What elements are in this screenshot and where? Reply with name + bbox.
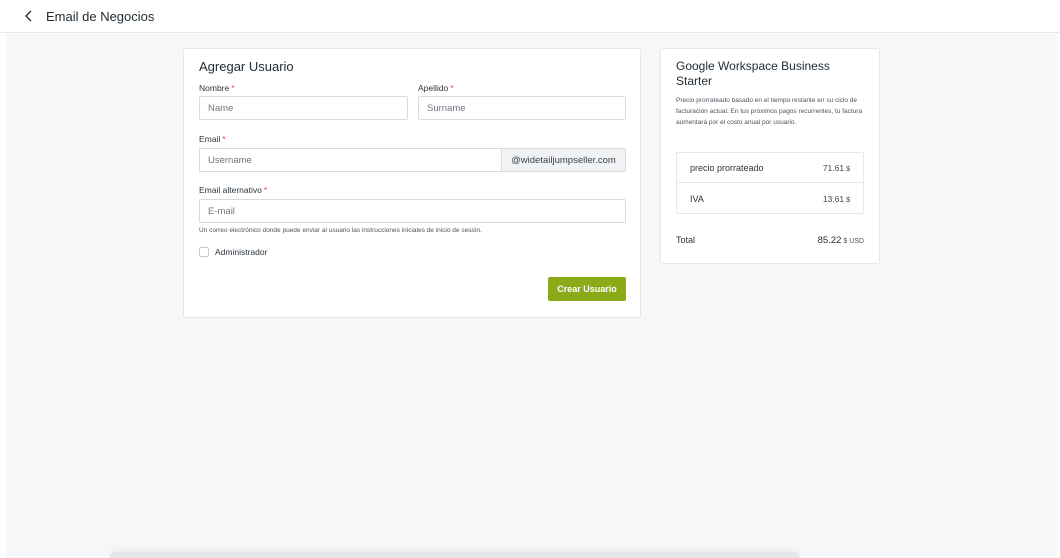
price-row-label: IVA	[690, 194, 704, 204]
alt-email-label: Email alternativo *	[199, 185, 268, 195]
plan-title: Google Workspace Business Starter	[676, 59, 830, 88]
admin-checkbox-row[interactable]: Administrador	[199, 247, 267, 257]
last-name-input[interactable]	[418, 96, 626, 120]
required-marker: *	[450, 83, 454, 93]
first-name-label: Nombre *	[199, 83, 235, 93]
add-user-card: Agregar Usuario Nombre* Apellido* Email*…	[183, 48, 641, 318]
price-row-value: 13.61 $	[822, 194, 850, 204]
last-name-label: Apellido *	[418, 83, 454, 93]
back-button[interactable]: Email de Negocios	[22, 6, 154, 26]
email-domain-addon: @widetailjumpseller.com	[502, 148, 626, 172]
price-row-label: precio prorrateado	[690, 162, 764, 173]
form-title: Agregar Usuario	[199, 59, 294, 74]
total-currency: $ USD	[843, 238, 864, 245]
price-table: precio prorrateado 71.61 $ IVA 13.61 $	[676, 152, 864, 214]
required-marker: *	[263, 185, 268, 195]
alt-email-help-text: Un correo electrónico donde puede enviar…	[199, 227, 482, 234]
first-name-input[interactable]	[199, 96, 408, 120]
bottom-overlay-edge	[110, 552, 800, 558]
email-label: Email *	[199, 134, 226, 144]
alt-email-input[interactable]	[199, 199, 626, 223]
required-marker: *	[222, 134, 226, 144]
create-user-button[interactable]: Crear Usuario	[548, 277, 626, 301]
admin-checkbox[interactable]	[199, 247, 209, 257]
price-row-value: 71.61 $	[822, 162, 850, 173]
plan-summary-card: Google Workspace Business Starter Precio…	[660, 48, 880, 264]
currency-symbol: $	[846, 165, 850, 173]
page-title: Email de Negocios	[46, 8, 155, 24]
currency-symbol: $	[846, 197, 850, 204]
top-bar: Email de Negocios	[0, 0, 1060, 33]
email-username-input[interactable]	[199, 148, 502, 172]
price-row-tax: IVA 13.61 $	[677, 184, 863, 214]
price-row-prorated: precio prorrateado 71.61 $	[677, 153, 863, 183]
required-marker: *	[231, 83, 235, 93]
admin-checkbox-label: Administrador	[215, 247, 268, 257]
total-row: Total 85.22 $ USD	[676, 235, 864, 246]
chevron-left-icon	[25, 10, 32, 22]
total-value: 85.22 $ USD	[817, 235, 864, 246]
plan-description: Precio prorrateado basado en el tiempo r…	[676, 97, 863, 126]
main-content: Agregar Usuario Nombre* Apellido* Email*…	[7, 34, 1057, 558]
total-label: Total	[676, 235, 696, 245]
